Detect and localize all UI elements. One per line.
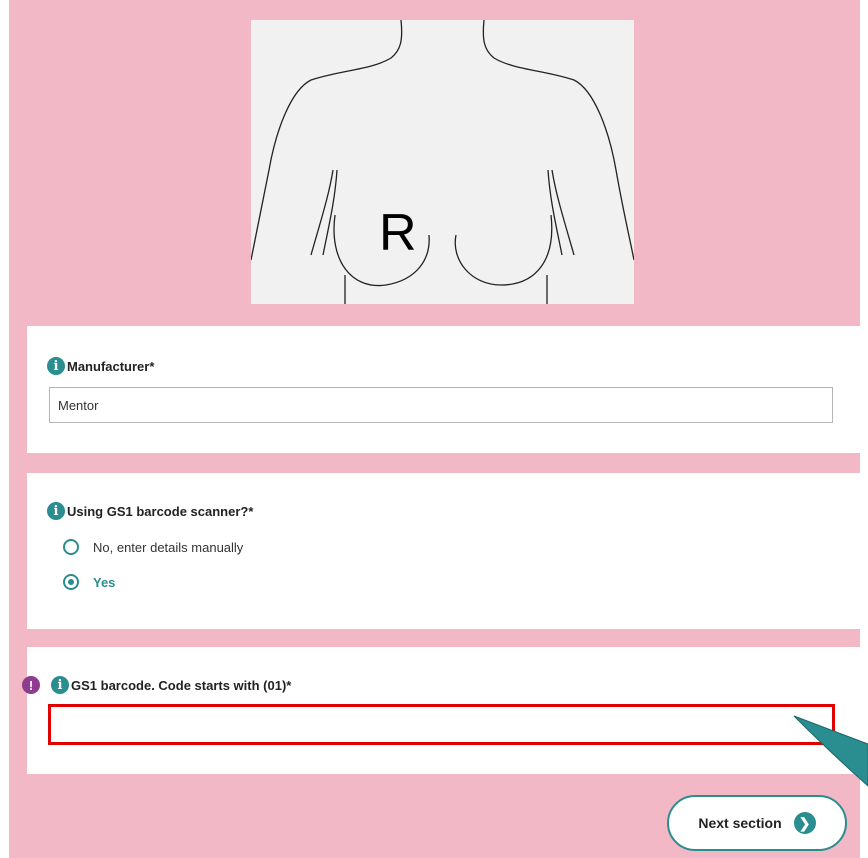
scanner-card: i Using GS1 barcode scanner?* No, enter … (27, 473, 860, 629)
radio-button[interactable] (63, 539, 79, 555)
barcode-input[interactable] (48, 704, 835, 745)
manufacturer-card: i Manufacturer* Mentor (27, 326, 860, 453)
scanner-label-row: i Using GS1 barcode scanner?* (47, 502, 253, 520)
info-icon[interactable]: i (51, 676, 69, 694)
chevron-right-icon: ❯ (793, 812, 816, 834)
radio-option-label: Yes (93, 574, 116, 590)
barcode-label-row: ! i GS1 barcode. Code starts with (01)* (22, 676, 291, 694)
next-section-label: Next section (698, 815, 782, 831)
torso-outline-image: R (250, 19, 635, 304)
info-icon[interactable]: i (47, 502, 65, 520)
exclamation-icon: ! (22, 676, 40, 694)
manufacturer-label: Manufacturer* (67, 358, 155, 374)
side-label: R (379, 204, 417, 262)
radio-option-label: No, enter details manually (93, 539, 244, 555)
breast-diagram: R (250, 19, 635, 304)
info-icon[interactable]: i (47, 357, 65, 375)
scanner-label: Using GS1 barcode scanner?* (67, 503, 254, 519)
next-section-button[interactable]: Next section ❯ (667, 795, 847, 851)
manufacturer-label-row: i Manufacturer* (47, 357, 154, 375)
radio-option-yes[interactable]: Yes (63, 574, 115, 590)
barcode-label: GS1 barcode. Code starts with (01)* (71, 677, 292, 693)
callout-pointer (793, 715, 868, 787)
manufacturer-input[interactable]: Mentor (49, 387, 833, 423)
radio-option-manual[interactable]: No, enter details manually (63, 539, 243, 555)
radio-button-selected[interactable] (63, 574, 79, 590)
